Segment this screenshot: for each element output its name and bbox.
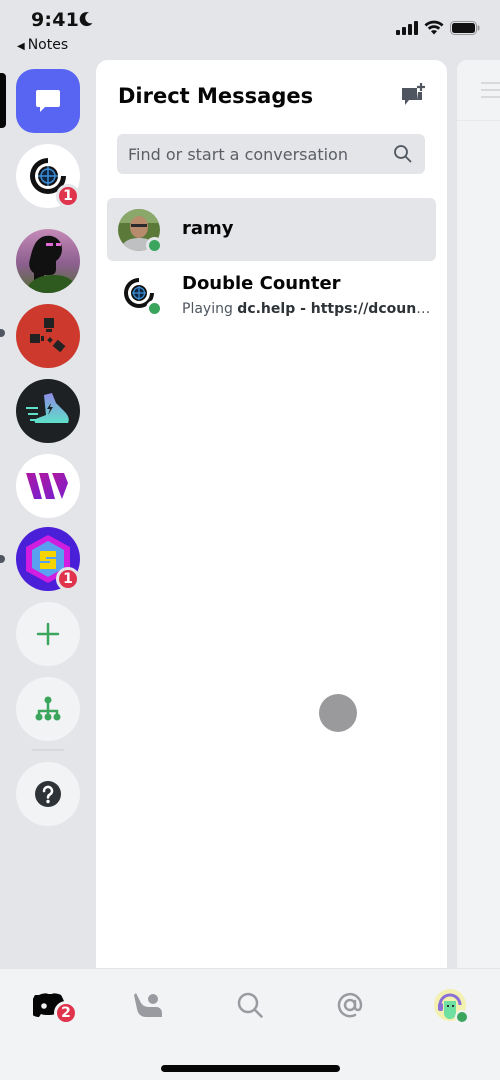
tab-search[interactable]: [230, 985, 270, 1025]
tab-friends[interactable]: [128, 985, 168, 1025]
app-root: 9:41 ◀ Notes 1 1 Direct Messages Find or…: [0, 0, 500, 1080]
server-badge: 1: [56, 567, 80, 591]
tab-mentions[interactable]: [330, 985, 370, 1025]
menu-icon: [481, 82, 500, 103]
header-divider: [457, 120, 500, 121]
server-direct-messages[interactable]: [16, 69, 80, 133]
running-shoe-icon: [26, 393, 69, 423]
at-sign-icon: [337, 992, 363, 1018]
search-icon: [394, 145, 412, 163]
server-pink-avatar[interactable]: [16, 229, 80, 293]
dm-name: Double Counter: [182, 273, 341, 294]
cellular-signal-icon: [396, 20, 418, 35]
server-avatar: [26, 235, 78, 293]
unread-indicator: [0, 555, 5, 563]
hierarchy-icon: [35, 696, 61, 721]
moon-icon: [79, 12, 93, 27]
bottom-tab-bar: 2: [0, 968, 500, 1080]
search-bar[interactable]: [117, 134, 425, 174]
activity-detail: dc.help - https://dcounter...: [237, 301, 432, 317]
clock: 9:41: [31, 9, 80, 31]
friends-wave-icon: [134, 993, 162, 1017]
add-server-button[interactable]: [16, 602, 80, 666]
server-rust[interactable]: [16, 304, 80, 368]
search-input[interactable]: [117, 134, 387, 174]
w-logo-icon: [26, 473, 68, 499]
rail-separator: [32, 749, 64, 751]
tab-home[interactable]: 2: [30, 985, 78, 1025]
wifi-icon: [424, 20, 444, 35]
channel-panel-peek[interactable]: [457, 60, 500, 968]
status-bar: 9:41 ◀ Notes: [0, 0, 500, 60]
dm-list-item[interactable]: Double Counter Playing dc.help - https:/…: [107, 261, 436, 324]
rust-logo-icon: [30, 318, 66, 353]
activity-prefix: Playing: [182, 301, 238, 317]
new-message-icon: [402, 83, 425, 105]
system-icons: [396, 20, 480, 35]
direct-messages-panel: Direct Messages Find or start a conversa…: [96, 60, 447, 968]
server-badge: 1: [56, 184, 80, 208]
back-to-app-link[interactable]: ◀ Notes: [17, 37, 68, 53]
page-title: Direct Messages: [118, 84, 314, 108]
avatar: [118, 272, 163, 317]
online-status-icon: [455, 1010, 469, 1024]
dm-activity-status: Playing dc.help - https://dcounter...: [182, 301, 432, 317]
chat-bubble-icon: [36, 90, 60, 112]
back-app-label: Notes: [27, 37, 69, 53]
new-dm-button[interactable]: [399, 82, 427, 110]
server-double-counter[interactable]: 1: [16, 144, 80, 208]
server-sneaker[interactable]: [16, 379, 80, 443]
search-icon: [237, 992, 263, 1018]
online-status-icon: [146, 300, 163, 317]
battery-icon: [450, 20, 480, 35]
explore-servers-button[interactable]: [16, 677, 80, 741]
tab-badge: 2: [54, 1001, 78, 1025]
plus-icon: [36, 622, 60, 646]
online-status-icon: [146, 237, 163, 254]
tab-profile[interactable]: [430, 985, 470, 1025]
touch-indicator: [319, 694, 357, 732]
server-hex-s[interactable]: 1: [16, 527, 80, 591]
unread-indicator: [0, 329, 5, 337]
server-w[interactable]: [16, 454, 80, 518]
question-icon: [35, 781, 61, 807]
dm-name: ramy: [182, 218, 234, 239]
dm-list-item[interactable]: ramy: [107, 198, 436, 261]
selected-server-indicator: [0, 73, 6, 128]
user-avatar: [434, 989, 469, 1024]
avatar: [118, 209, 163, 254]
home-indicator[interactable]: [161, 1065, 340, 1072]
help-button[interactable]: [16, 762, 80, 826]
